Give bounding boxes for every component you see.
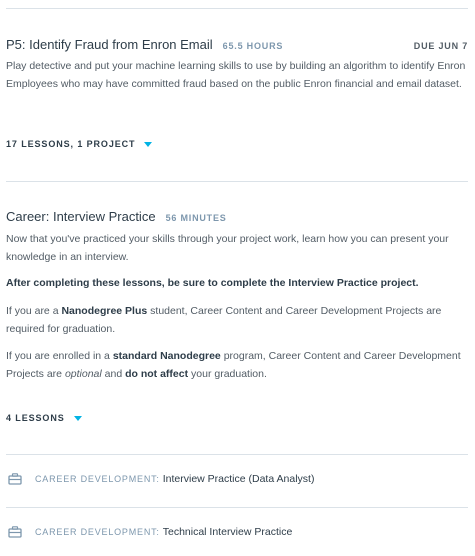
text-italic: optional: [64, 367, 102, 380]
p5-title: P5: Identify Fraud from Enron Email: [6, 37, 213, 52]
p5-lessons-toggle[interactable]: 17 LESSONS, 1 PROJECT: [6, 139, 153, 149]
caret-down-icon: [144, 141, 153, 147]
p5-description: Play detective and put your machine lear…: [6, 60, 466, 90]
p5-duration: 65.5 HOURS: [222, 41, 284, 51]
career-duration: 56 MINUTES: [165, 213, 227, 223]
text: If you are a: [6, 305, 62, 317]
text-bold: standard Nanodegree: [112, 350, 221, 362]
caret-down-icon: [73, 415, 82, 421]
p5-due-date: DUE JUN 7: [413, 41, 468, 51]
career-item-title: Technical Interview Practice: [162, 526, 293, 538]
briefcase-icon: [8, 526, 22, 538]
career-intro: Now that you've practiced your skills th…: [6, 233, 449, 263]
career-item[interactable]: CAREER DEVELOPMENT: Interview Practice (…: [8, 473, 314, 485]
briefcase-icon: [8, 473, 22, 485]
career-plus-paragraph: If you are a Nanodegree Plus student, Ca…: [6, 303, 468, 338]
career-lessons-toggle[interactable]: 4 LESSONS: [6, 413, 82, 423]
career-standard-paragraph: If you are enrolled in a standard Nanode…: [6, 348, 468, 383]
p5-title-row: P5: Identify Fraud from Enron Email 65.5…: [6, 37, 468, 52]
career-item-title: Interview Practice (Data Analyst): [162, 473, 315, 485]
career-lessons-count: 4 LESSONS: [6, 413, 65, 423]
text: If you are enrolled in a: [6, 350, 113, 362]
divider: [6, 507, 468, 508]
career-note: After completing these lessons, be sure …: [6, 275, 468, 293]
divider: [6, 8, 468, 9]
text-bold: Nanodegree Plus: [61, 305, 148, 317]
text-bold: do not affect: [125, 367, 189, 380]
p5-lessons-count: 17 LESSONS, 1 PROJECT: [6, 139, 136, 149]
career-item-label: CAREER DEVELOPMENT:: [35, 474, 160, 484]
career-title: Career: Interview Practice: [6, 209, 156, 224]
career-item-label: CAREER DEVELOPMENT:: [35, 527, 160, 537]
divider: [6, 454, 468, 455]
text: your graduation.: [188, 367, 267, 380]
text: and: [101, 367, 126, 380]
career-title-row: Career: Interview Practice 56 MINUTES: [6, 209, 468, 224]
divider: [6, 181, 468, 182]
career-item[interactable]: CAREER DEVELOPMENT: Technical Interview …: [8, 526, 292, 538]
career-note-text: After completing these lessons, be sure …: [6, 277, 419, 289]
